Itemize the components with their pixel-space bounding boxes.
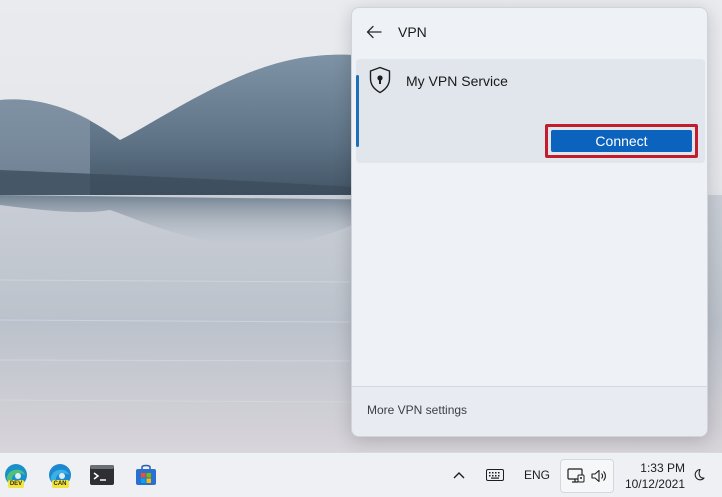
vpn-flyout: VPN My VPN Service Connect More VPN sett… bbox=[351, 7, 708, 437]
connect-button-highlight: Connect bbox=[545, 124, 698, 158]
dev-badge: DEV bbox=[7, 480, 25, 488]
vpn-connection-name: My VPN Service bbox=[406, 73, 508, 89]
taskbar-app-edge-dev[interactable]: DEV bbox=[0, 459, 32, 491]
quick-settings-button[interactable] bbox=[560, 459, 614, 493]
flyout-title: VPN bbox=[398, 24, 427, 40]
clock[interactable]: 1:33 PM 10/12/2021 bbox=[619, 460, 685, 492]
touch-keyboard-button[interactable] bbox=[483, 461, 507, 489]
taskbar: DEV CAN ENG 1:33 PM 10/12/2021 bbox=[0, 452, 722, 497]
taskbar-app-terminal[interactable] bbox=[86, 459, 118, 491]
canary-badge: CAN bbox=[51, 480, 69, 488]
volume-icon bbox=[591, 469, 606, 483]
arrow-left-icon bbox=[366, 25, 382, 39]
back-button[interactable] bbox=[362, 20, 386, 44]
keyboard-icon bbox=[486, 469, 504, 481]
vpn-connection-item[interactable]: My VPN Service Connect bbox=[356, 59, 705, 163]
flyout-footer: More VPN settings bbox=[352, 386, 707, 436]
language-label: ENG bbox=[523, 468, 550, 482]
taskbar-app-edge-canary[interactable]: CAN bbox=[44, 459, 76, 491]
more-vpn-settings-link[interactable]: More VPN settings bbox=[367, 403, 467, 417]
moon-icon bbox=[694, 468, 705, 481]
connect-button[interactable]: Connect bbox=[551, 130, 692, 152]
terminal-icon bbox=[90, 465, 114, 485]
store-icon bbox=[136, 464, 156, 485]
clock-time: 1:33 PM bbox=[640, 461, 685, 475]
flyout-header: VPN bbox=[352, 8, 707, 58]
clock-date: 10/12/2021 bbox=[624, 477, 685, 491]
show-hidden-icons-button[interactable] bbox=[448, 461, 470, 489]
chevron-up-icon bbox=[453, 472, 465, 479]
selection-indicator bbox=[356, 75, 359, 147]
shield-lock-icon bbox=[369, 66, 391, 94]
input-language-button[interactable]: ENG bbox=[521, 461, 553, 489]
notification-center-button[interactable] bbox=[688, 461, 708, 489]
network-icon bbox=[567, 468, 585, 483]
taskbar-app-store[interactable] bbox=[130, 459, 162, 491]
